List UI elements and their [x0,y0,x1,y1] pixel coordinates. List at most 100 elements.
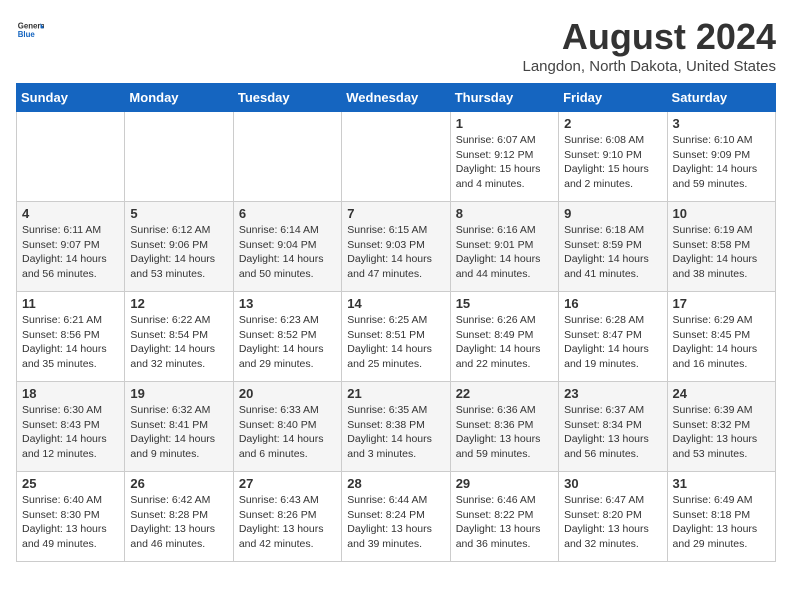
day-info: Sunrise: 6:14 AMSunset: 9:04 PMDaylight:… [239,223,336,282]
day-number: 16 [564,296,661,311]
day-info: Sunrise: 6:49 AMSunset: 8:18 PMDaylight:… [673,493,770,552]
day-info: Sunrise: 6:23 AMSunset: 8:52 PMDaylight:… [239,313,336,372]
day-number: 6 [239,206,336,221]
week-row-1: 1 Sunrise: 6:07 AMSunset: 9:12 PMDaylight… [17,112,776,202]
day-info: Sunrise: 6:18 AMSunset: 8:59 PMDaylight:… [564,223,661,282]
calendar-cell: 5Sunrise: 6:12 AMSunset: 9:06 PMDaylight… [125,202,233,292]
day-info: Sunrise: 6:25 AMSunset: 8:51 PMDaylight:… [347,313,444,372]
day-number: 2 [564,116,661,131]
day-number: 25 [22,476,119,491]
day-info: Sunrise: 6:15 AMSunset: 9:03 PMDaylight:… [347,223,444,282]
day-info: Sunrise: 6:16 AMSunset: 9:01 PMDaylight:… [456,223,553,282]
day-info: Sunrise: 6:33 AMSunset: 8:40 PMDaylight:… [239,403,336,462]
calendar-cell: 21 Sunrise: 6:35 AMSunset: 8:38 PMDayligh… [342,382,450,472]
title-block: August 2024 Langdon, North Dakota, Unite… [523,16,777,75]
day-info: Sunrise: 6:39 AMSunset: 8:32 PMDaylight:… [673,403,770,462]
calendar-cell: 23 Sunrise: 6:37 AMSunset: 8:34 PMDayligh… [559,382,667,472]
weekday-header-wednesday: Wednesday [342,84,450,112]
calendar-cell: 15 Sunrise: 6:26 AMSunset: 8:49 PMDayligh… [450,292,558,382]
calendar-cell: 27Sunrise: 6:43 AMSunset: 8:26 PMDayligh… [233,472,341,562]
day-number: 13 [239,296,336,311]
calendar-cell: 8 Sunrise: 6:16 AMSunset: 9:01 PMDaylight… [450,202,558,292]
calendar-cell: 29 Sunrise: 6:46 AMSunset: 8:22 PMDayligh… [450,472,558,562]
day-info: Sunrise: 6:29 AMSunset: 8:45 PMDaylight:… [673,313,770,372]
calendar-cell: 28Sunrise: 6:44 AMSunset: 8:24 PMDayligh… [342,472,450,562]
day-number: 1 [456,116,553,131]
day-number: 23 [564,386,661,401]
calendar-cell: 31 Sunrise: 6:49 AMSunset: 8:18 PMDayligh… [667,472,775,562]
calendar-cell: 4 Sunrise: 6:11 AMSunset: 9:07 PMDaylight… [17,202,125,292]
day-info: Sunrise: 6:46 AMSunset: 8:22 PMDaylight:… [456,493,553,552]
day-number: 29 [456,476,553,491]
day-info: Sunrise: 6:43 AMSunset: 8:26 PMDaylight:… [239,493,336,552]
weekday-header-row: SundayMondayTuesdayWednesdayThursdayFrid… [17,84,776,112]
day-number: 17 [673,296,770,311]
day-number: 24 [673,386,770,401]
day-info: Sunrise: 6:10 AMSunset: 9:09 PMDaylight:… [673,133,770,192]
day-number: 10 [673,206,770,221]
calendar-cell: 2 Sunrise: 6:08 AMSunset: 9:10 PMDaylight… [559,112,667,202]
day-number: 20 [239,386,336,401]
day-number: 12 [130,296,227,311]
day-number: 28 [347,476,444,491]
weekday-header-saturday: Saturday [667,84,775,112]
calendar-cell: 17 Sunrise: 6:29 AMSunset: 8:45 PMDayligh… [667,292,775,382]
location: Langdon, North Dakota, United States [523,58,777,75]
weekday-header-monday: Monday [125,84,233,112]
calendar-cell: 1 Sunrise: 6:07 AMSunset: 9:12 PMDaylight… [450,112,558,202]
day-info: Sunrise: 6:36 AMSunset: 8:36 PMDaylight:… [456,403,553,462]
day-info: Sunrise: 6:26 AMSunset: 8:49 PMDaylight:… [456,313,553,372]
day-number: 22 [456,386,553,401]
calendar-cell: 3Sunrise: 6:10 AMSunset: 9:09 PMDaylight… [667,112,775,202]
calendar-cell: 20 Sunrise: 6:33 AMSunset: 8:40 PMDayligh… [233,382,341,472]
day-number: 31 [673,476,770,491]
day-info: Sunrise: 6:19 AMSunset: 8:58 PMDaylight:… [673,223,770,282]
logo-icon: General Blue [16,16,44,44]
calendar-cell: 22 Sunrise: 6:36 AMSunset: 8:36 PMDayligh… [450,382,558,472]
week-row-5: 25 Sunrise: 6:40 AMSunset: 8:30 PMDayligh… [17,472,776,562]
day-number: 4 [22,206,119,221]
day-info: Sunrise: 6:35 AMSunset: 8:38 PMDaylight:… [347,403,444,462]
day-number: 9 [564,206,661,221]
calendar-cell: 14Sunrise: 6:25 AMSunset: 8:51 PMDayligh… [342,292,450,382]
day-info: Sunrise: 6:22 AMSunset: 8:54 PMDaylight:… [130,313,227,372]
week-row-3: 11 Sunrise: 6:21 AMSunset: 8:56 PMDayligh… [17,292,776,382]
page-header: General Blue August 2024 Langdon, North … [16,16,776,75]
week-row-4: 18Sunrise: 6:30 AMSunset: 8:43 PMDayligh… [17,382,776,472]
day-info: Sunrise: 6:08 AMSunset: 9:10 PMDaylight:… [564,133,661,192]
day-info: Sunrise: 6:32 AMSunset: 8:41 PMDaylight:… [130,403,227,462]
day-info: Sunrise: 6:07 AMSunset: 9:12 PMDaylight:… [456,133,553,192]
month-year: August 2024 [523,16,777,58]
calendar-cell: 9 Sunrise: 6:18 AMSunset: 8:59 PMDaylight… [559,202,667,292]
day-info: Sunrise: 6:47 AMSunset: 8:20 PMDaylight:… [564,493,661,552]
day-number: 18 [22,386,119,401]
calendar-cell [233,112,341,202]
day-info: Sunrise: 6:37 AMSunset: 8:34 PMDaylight:… [564,403,661,462]
day-number: 7 [347,206,444,221]
calendar-cell: 6 Sunrise: 6:14 AMSunset: 9:04 PMDaylight… [233,202,341,292]
day-number: 15 [456,296,553,311]
calendar-cell [17,112,125,202]
day-number: 19 [130,386,227,401]
day-info: Sunrise: 6:28 AMSunset: 8:47 PMDaylight:… [564,313,661,372]
day-info: Sunrise: 6:40 AMSunset: 8:30 PMDaylight:… [22,493,119,552]
day-info: Sunrise: 6:12 AMSunset: 9:06 PMDaylight:… [130,223,227,282]
day-info: Sunrise: 6:11 AMSunset: 9:07 PMDaylight:… [22,223,119,282]
calendar-cell: 16 Sunrise: 6:28 AMSunset: 8:47 PMDayligh… [559,292,667,382]
day-number: 26 [130,476,227,491]
day-info: Sunrise: 6:42 AMSunset: 8:28 PMDaylight:… [130,493,227,552]
calendar-cell: 10 Sunrise: 6:19 AMSunset: 8:58 PMDayligh… [667,202,775,292]
calendar-cell [342,112,450,202]
calendar-cell: 12 Sunrise: 6:22 AMSunset: 8:54 PMDayligh… [125,292,233,382]
day-number: 8 [456,206,553,221]
calendar-cell: 18Sunrise: 6:30 AMSunset: 8:43 PMDayligh… [17,382,125,472]
day-number: 11 [22,296,119,311]
weekday-header-sunday: Sunday [17,84,125,112]
weekday-header-tuesday: Tuesday [233,84,341,112]
calendar-cell: 25 Sunrise: 6:40 AMSunset: 8:30 PMDayligh… [17,472,125,562]
weekday-header-thursday: Thursday [450,84,558,112]
day-number: 21 [347,386,444,401]
week-row-2: 4 Sunrise: 6:11 AMSunset: 9:07 PMDaylight… [17,202,776,292]
day-info: Sunrise: 6:21 AMSunset: 8:56 PMDaylight:… [22,313,119,372]
calendar-cell: 30Sunrise: 6:47 AMSunset: 8:20 PMDayligh… [559,472,667,562]
